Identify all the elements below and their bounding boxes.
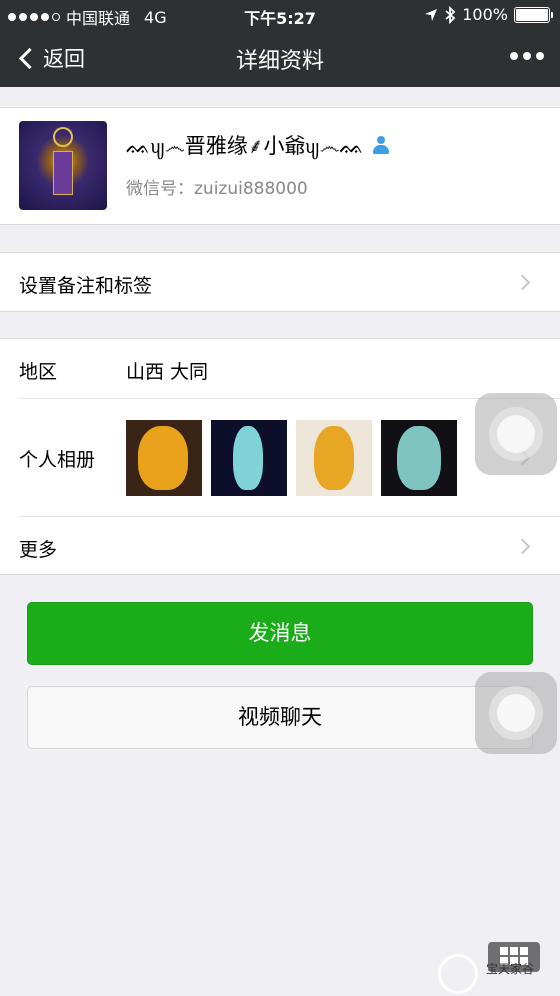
page-title: 详细资料 [235,49,324,74]
assistive-touch-button[interactable] [475,393,557,475]
watermark-logo-icon [438,954,478,994]
bluetooth-icon [445,5,456,24]
region-row: 地区 山西 大同 [0,339,560,398]
dharma-wheel-icon [53,127,73,147]
album-photo[interactable] [296,420,372,496]
navigation-bar: 返回 详细资料 [0,30,560,87]
album-photo[interactable] [211,420,287,496]
album-label: 个人相册 [19,449,96,471]
status-bar: 中国联通 4G 下午5:27 100% [0,0,560,30]
nickname-row: ᨐᦼ෴晋雅缘⸙小爺ᦼ෴ᨐ [126,130,390,160]
chevron-right-icon [514,538,531,555]
avatar-emblem [53,151,73,195]
album-photo[interactable] [381,420,457,496]
assistive-touch-button[interactable] [475,672,557,754]
send-message-button[interactable]: 发消息 [27,602,533,665]
region-label: 地区 [19,361,58,383]
battery-percent: 100% [462,5,508,24]
status-right: 100% [424,5,553,24]
location-arrow-icon [425,8,438,21]
ellipsis-icon [510,52,518,60]
chevron-right-icon [514,274,531,291]
region-value: 山西 大同 [126,361,209,383]
more-row[interactable]: 更多 [19,516,560,575]
person-icon [372,136,390,154]
profile-card[interactable]: ᨐᦼ෴晋雅缘⸙小爺ᦼ෴ᨐ 微信号：zuizui888000 [0,107,560,225]
watermark-text: 宝天家谷 [486,962,535,976]
album-photo[interactable] [126,420,202,496]
wechat-id: 微信号：zuizui888000 [126,179,308,199]
more-options-button[interactable] [510,52,544,60]
site-watermark: 宝天家谷 [438,938,560,996]
album-thumbnails [126,420,457,496]
set-remark-row[interactable]: 设置备注和标签 [0,252,560,312]
video-call-button[interactable]: 视频聊天 [27,686,533,749]
more-label: 更多 [19,539,58,561]
avatar[interactable] [19,121,107,210]
battery-icon [514,6,553,23]
set-remark-label: 设置备注和标签 [19,275,153,297]
nickname: ᨐᦼ෴晋雅缘⸙小爺ᦼ෴ᨐ [126,134,365,158]
